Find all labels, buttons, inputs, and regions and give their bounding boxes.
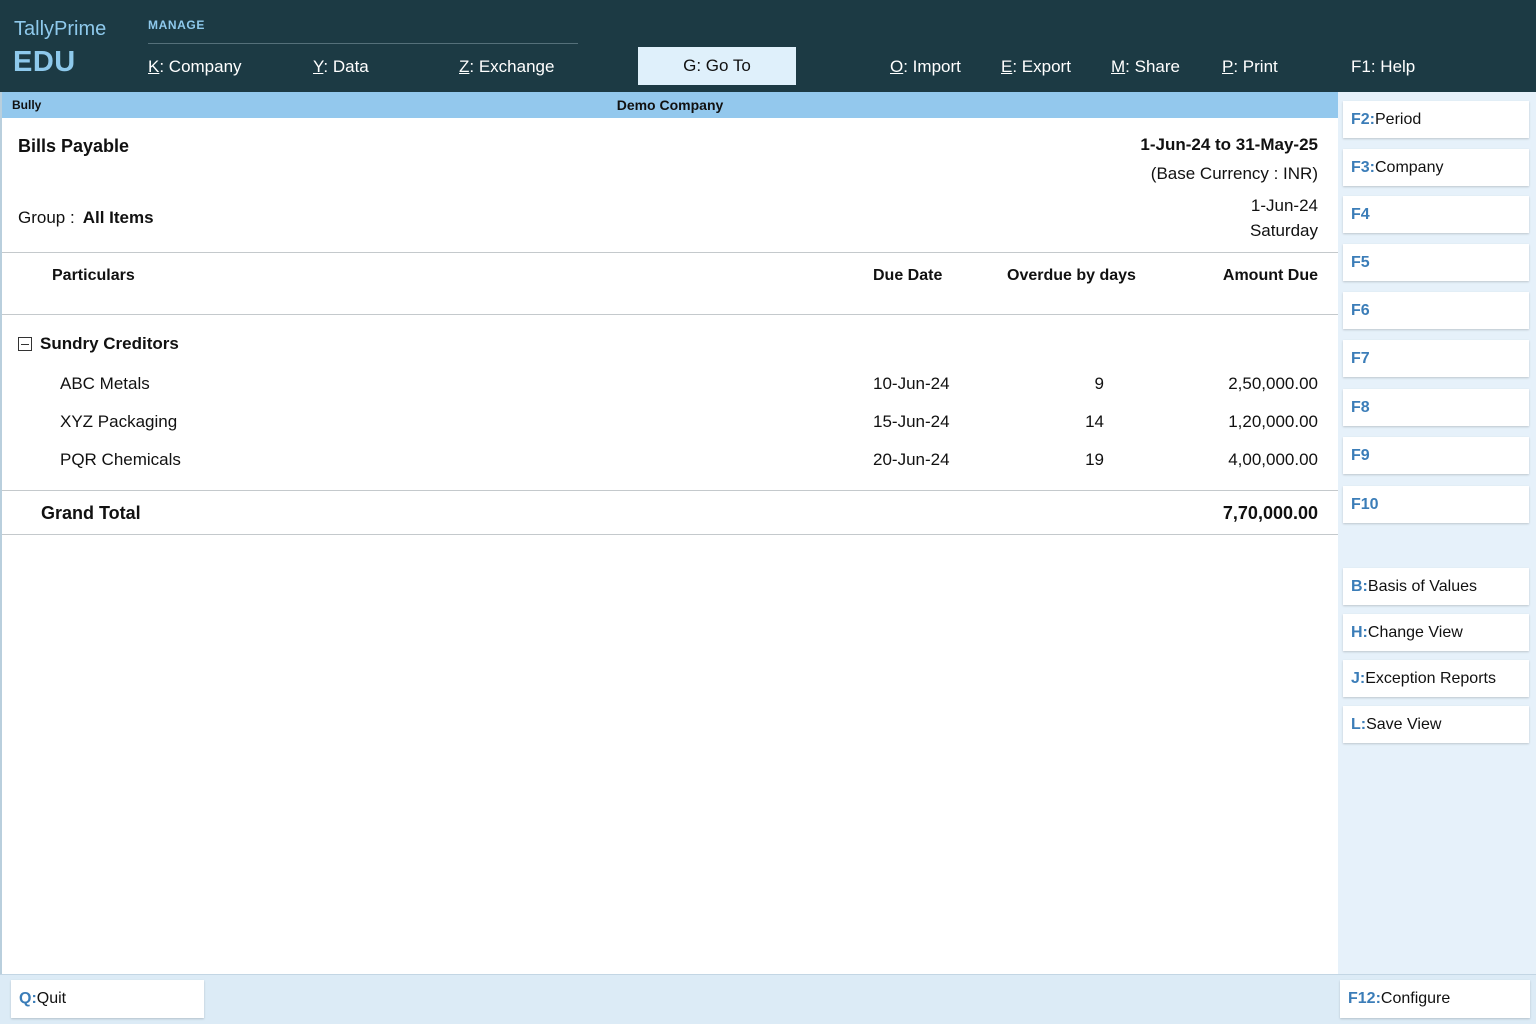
group-label: Group :	[18, 208, 75, 227]
configure-button[interactable]: F12: Configure	[1340, 980, 1530, 1018]
menu-exchange[interactable]: Z: Exchange	[459, 57, 554, 77]
f4-button[interactable]: F4	[1343, 196, 1529, 233]
overdue-days: 19	[1085, 450, 1104, 469]
menu-export[interactable]: E: Export	[1001, 57, 1071, 77]
divider	[2, 490, 1338, 491]
period-button[interactable]: F2: Period	[1343, 101, 1529, 138]
f9-button[interactable]: F9	[1343, 437, 1529, 474]
party-name: XYZ Packaging	[60, 412, 178, 431]
overdue-days: 14	[1085, 412, 1104, 431]
divider	[2, 534, 1338, 535]
menu-share[interactable]: M: Share	[1111, 57, 1180, 77]
company-button[interactable]: F3: Company	[1343, 149, 1529, 186]
menu-help[interactable]: F1: Help	[1351, 57, 1415, 77]
report-title: Bills Payable	[18, 136, 130, 156]
button-bar: F2: Period F3: Company F4 F5 F6 F7 F8 F9…	[1338, 92, 1536, 974]
column-header-overdue: Overdue by days	[1007, 267, 1136, 284]
save-view-button[interactable]: L: Save View	[1343, 706, 1529, 743]
grand-total-label: Grand Total	[41, 503, 141, 523]
group-name: Sundry Creditors	[40, 334, 179, 353]
change-view-button[interactable]: H: Change View	[1343, 614, 1529, 651]
section-divider	[148, 43, 578, 44]
column-header-amount: Amount Due	[1222, 267, 1318, 284]
brand-edition: EDU	[13, 46, 76, 78]
menu-goto-button[interactable]: G: Go To	[638, 47, 796, 85]
column-header-particulars: Particulars	[52, 267, 135, 284]
column-header-due-date: Due Date	[873, 267, 943, 284]
amount-due: 4,00,000.00	[1228, 450, 1318, 469]
grand-total-value: 7,70,000.00	[1222, 503, 1318, 523]
group-row[interactable]: Sundry Creditors	[18, 334, 179, 354]
overdue-days: 9	[1094, 374, 1104, 393]
amount-due: 1,20,000.00	[1228, 412, 1318, 431]
quit-button[interactable]: Q: Quit	[11, 980, 204, 1018]
divider	[2, 314, 1338, 315]
menu-data[interactable]: Y: Data	[313, 57, 369, 77]
top-bar: TallyPrime EDU MANAGE K: Company Y: Data…	[0, 0, 1536, 92]
group-filter: Group : All Items	[18, 208, 154, 228]
due-date: 10-Jun-24	[873, 374, 950, 393]
title-bar: Bully Demo Company	[2, 92, 1338, 118]
menu-company[interactable]: K: Company	[148, 57, 242, 77]
section-label: MANAGE	[148, 18, 205, 32]
menu-print[interactable]: P: Print	[1222, 57, 1278, 77]
company-name: Demo Company	[616, 97, 724, 113]
party-name: ABC Metals	[60, 374, 150, 393]
due-date: 20-Jun-24	[873, 450, 950, 469]
f8-button[interactable]: F8	[1343, 389, 1529, 426]
collapse-icon[interactable]	[18, 337, 32, 351]
basis-of-values-button[interactable]: B: Basis of Values	[1343, 568, 1529, 605]
report-panel: Bully Demo Company Bills Payable 1-Jun-2…	[0, 92, 1338, 974]
report-period: 1-Jun-24 to 31-May-25	[1140, 135, 1318, 154]
report-day: Saturday	[1249, 221, 1318, 240]
base-currency: (Base Currency : INR)	[1150, 164, 1318, 183]
f5-button[interactable]: F5	[1343, 244, 1529, 281]
amount-due: 2,50,000.00	[1228, 374, 1318, 393]
exception-reports-button[interactable]: J: Exception Reports	[1343, 660, 1529, 697]
table-row[interactable]: PQR Chemicals 20-Jun-24 19 4,00,000.00	[2, 450, 1338, 474]
divider	[2, 252, 1338, 253]
f6-button[interactable]: F6	[1343, 292, 1529, 329]
group-value: All Items	[82, 208, 154, 227]
due-date: 15-Jun-24	[873, 412, 950, 431]
table-row[interactable]: ABC Metals 10-Jun-24 9 2,50,000.00	[2, 374, 1338, 398]
report-date: 1-Jun-24	[1250, 196, 1318, 215]
bottom-bar: Q: Quit F12: Configure	[0, 974, 1536, 1024]
table-row[interactable]: XYZ Packaging 15-Jun-24 14 1,20,000.00	[2, 412, 1338, 436]
party-name: PQR Chemicals	[60, 450, 181, 469]
f10-button[interactable]: F10	[1343, 486, 1529, 523]
f7-button[interactable]: F7	[1343, 340, 1529, 377]
menu-import[interactable]: O: Import	[890, 57, 961, 77]
brand-name: TallyPrime	[14, 18, 107, 40]
